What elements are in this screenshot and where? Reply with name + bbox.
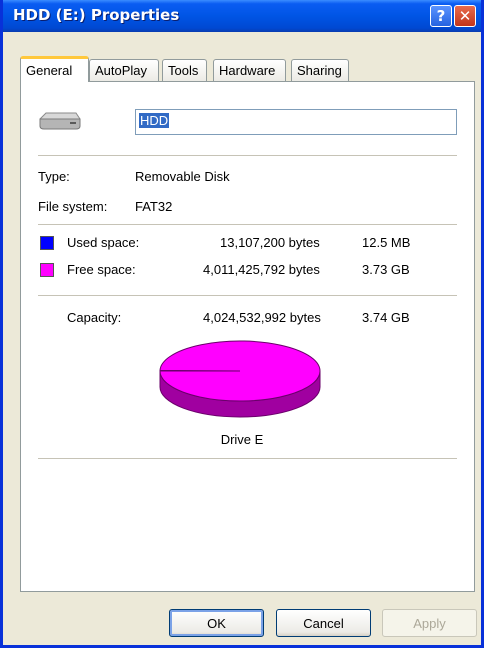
apply-button[interactable]: Apply (382, 609, 477, 637)
close-button[interactable]: ✕ (454, 5, 476, 27)
removable-drive-icon (39, 112, 81, 130)
apply-button-label: Apply (413, 615, 446, 631)
close-icon: ✕ (458, 7, 472, 25)
drive-name-value: HDD (139, 113, 170, 128)
tab-general-label: General (26, 63, 73, 78)
tab-tools[interactable]: Tools (162, 59, 207, 81)
free-space-label: Free space: (67, 262, 136, 277)
separator (38, 155, 457, 157)
ok-button-label: OK (207, 615, 226, 631)
drive-label: Drive E (220, 432, 264, 447)
separator (38, 224, 457, 226)
disk-usage-pie-chart (159, 340, 321, 418)
used-space-bytes: 13,107,200 bytes (220, 235, 320, 250)
title-bar[interactable]: HDD (E:) Properties ? ✕ (3, 0, 481, 32)
ok-button[interactable]: OK (169, 609, 264, 637)
capacity-size: 3.74 GB (362, 310, 410, 325)
tab-hardware-label: Hardware (219, 63, 276, 78)
tab-tools-label: Tools (168, 63, 199, 78)
type-label: Type: (38, 169, 70, 184)
help-button[interactable]: ? (430, 5, 452, 27)
file-system-value: FAT32 (135, 199, 173, 214)
file-system-label: File system: (38, 199, 108, 214)
help-icon: ? (436, 7, 446, 25)
drive-name-input[interactable]: HDD (135, 109, 457, 135)
separator (38, 458, 457, 460)
separator (38, 295, 457, 297)
free-space-swatch (40, 263, 54, 277)
capacity-label: Capacity: (67, 310, 122, 325)
free-space-size: 3.73 GB (362, 262, 410, 277)
cancel-button[interactable]: Cancel (276, 609, 371, 637)
window-title: HDD (E:) Properties (13, 6, 180, 24)
tab-general[interactable]: General (20, 56, 89, 82)
cancel-button-label: Cancel (303, 615, 344, 631)
tab-autoplay[interactable]: AutoPlay (89, 59, 159, 81)
type-value: Removable Disk (135, 169, 230, 184)
tab-sharing[interactable]: Sharing (291, 59, 349, 81)
used-space-swatch (40, 236, 54, 250)
used-space-label: Used space: (67, 235, 140, 250)
pie-slice-free-space (159, 340, 321, 402)
tab-hardware[interactable]: Hardware (213, 59, 286, 81)
used-space-size: 12.5 MB (362, 235, 411, 250)
free-space-bytes: 4,011,425,792 bytes (203, 262, 320, 277)
capacity-bytes: 4,024,532,992 bytes (203, 310, 321, 325)
tab-sharing-label: Sharing (297, 63, 342, 78)
tab-autoplay-label: AutoPlay (95, 63, 148, 78)
